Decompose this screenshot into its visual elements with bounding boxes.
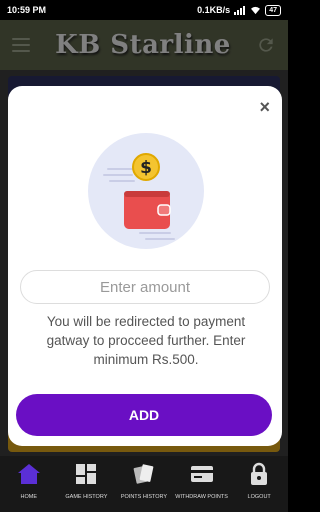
- home-icon: [17, 464, 40, 484]
- wifi-icon: [251, 6, 261, 14]
- wallet-coin-icon: $: [103, 153, 175, 240]
- bottom-nav: HOME GAME HISTORY POINTS HISTORY WITHDRA…: [0, 456, 288, 512]
- status-bar: 10:59 PM 0.1KB/s 47: [0, 0, 288, 20]
- add-amount-dialog: × $ You will be redirected to payment ga…: [8, 86, 282, 446]
- cards-icon: [133, 464, 154, 484]
- battery-indicator: 47: [265, 4, 281, 16]
- nav-item-points-history[interactable]: POINTS HISTORY: [116, 462, 172, 500]
- add-button[interactable]: ADD: [16, 394, 272, 436]
- lock-icon: [251, 462, 268, 485]
- nav-label: HOME: [20, 494, 38, 500]
- card-icon: [190, 466, 213, 482]
- nav-label: WITHDRAW POINTS: [175, 494, 228, 500]
- status-time: 10:59 PM: [7, 5, 47, 15]
- dashboard-icon: [76, 464, 97, 484]
- close-icon[interactable]: ×: [259, 98, 270, 116]
- redirect-message: You will be redirected to payment gatway…: [46, 314, 246, 367]
- signal-icon: [234, 5, 246, 15]
- nav-item-logout[interactable]: LOGOUT: [231, 462, 287, 500]
- network-speed: 0.1KB/s: [197, 5, 231, 15]
- nav-label: GAME HISTORY: [65, 494, 108, 500]
- nav-item-home[interactable]: HOME: [1, 462, 57, 500]
- svg-text:$: $: [140, 158, 152, 178]
- amount-input[interactable]: [20, 270, 270, 304]
- nav-item-game-history[interactable]: GAME HISTORY: [58, 462, 114, 500]
- nav-label: LOGOUT: [247, 494, 271, 500]
- nav-item-withdraw-points[interactable]: WITHDRAW POINTS: [174, 462, 230, 500]
- status-indicators: 0.1KB/s 47: [197, 4, 281, 16]
- nav-label: POINTS HISTORY: [120, 494, 168, 500]
- wallet-illustration: $: [88, 133, 204, 249]
